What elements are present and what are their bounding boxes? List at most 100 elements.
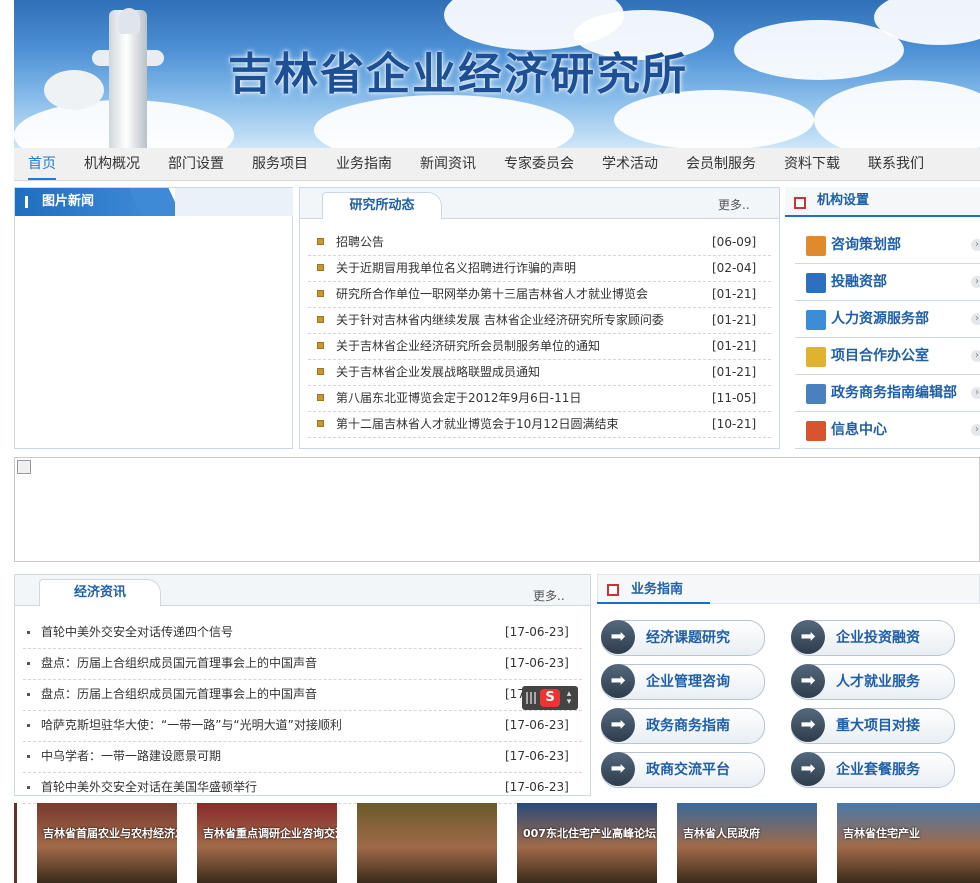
business-guide-button[interactable]: ➡ 企业套餐服务 (791, 752, 955, 788)
news-row[interactable]: 首轮中美外交安全对话传递四个信号 [17-06-23] (23, 617, 582, 649)
main-nav: 首页 机构概况 部门设置 服务项目 业务指南 新闻资讯 专家委员会 学术活动 会… (14, 148, 980, 181)
business-guide-label: 重大项目对接 (836, 718, 920, 734)
nav-departments[interactable]: 部门设置 (168, 148, 224, 180)
news-row[interactable]: 中乌学者：一带一路建设愿景可期 [17-06-23] (23, 741, 582, 773)
news-photo[interactable]: 吉林省人民政府 (677, 803, 817, 883)
arrow-right-icon: ➡ (791, 708, 825, 742)
news-title-link[interactable]: 盘点：历届上合组织成员国元首理事会上的中国声音 (41, 679, 317, 710)
news-row[interactable]: 哈萨克斯坦驻华大使：“一带一路”与“光明大道”对接顺利 [17-06-23] (23, 710, 582, 742)
ime-menu-icon[interactable]: ▴ ▾ (564, 690, 574, 707)
nav-contact[interactable]: 联系我们 (868, 148, 924, 180)
department-label: 投融资部 (831, 274, 887, 290)
news-row[interactable]: 关于吉林省企业发展战略联盟成员通知 [01-21] (308, 359, 771, 386)
department-link[interactable]: 投融资部 › (795, 264, 980, 301)
clipboard-icon (805, 346, 827, 368)
arrow-right-icon: › (971, 350, 980, 362)
department-label: 项目合作办公室 (831, 348, 929, 364)
checklist-icon (805, 272, 827, 294)
news-photo[interactable]: 007东北住宅产业高峰论坛 暨吉林省住宅产业博览会 (517, 803, 657, 883)
nav-news[interactable]: 新闻资讯 (420, 148, 476, 180)
nav-academic[interactable]: 学术活动 (602, 148, 658, 180)
news-date: [06-09] (712, 235, 757, 249)
department-link[interactable]: 人力资源服务部 › (795, 301, 980, 338)
news-title-link[interactable]: 盘点：历届上合组织成员国元首理事会上的中国声音 (41, 648, 317, 679)
photo-edge (14, 803, 17, 883)
news-date: [17-06-23] (505, 749, 569, 763)
document-icon (805, 309, 827, 331)
arrow-right-icon: › (971, 387, 980, 399)
news-title-link[interactable]: 招聘公告 (336, 229, 384, 255)
economic-news-tab[interactable]: 经济资讯 (39, 579, 161, 606)
news-row[interactable]: 关于近期冒用我单位名义招聘进行诈骗的声明 [02-04] (308, 255, 771, 282)
news-photo[interactable]: 吉林省重点调研企业咨询交流会议 (197, 803, 337, 883)
department-link[interactable]: 政务商务指南编辑部 › (795, 375, 980, 412)
news-date: [01-21] (712, 339, 757, 353)
section-marker-icon (607, 584, 619, 596)
news-row[interactable]: 招聘公告 [06-09] (308, 229, 771, 256)
bullet-icon (27, 786, 30, 789)
news-title-link[interactable]: 研究所合作单位一职网举办第十三届吉林省人才就业博览会 (336, 281, 648, 307)
business-guide-title: 业务指南 (631, 582, 684, 597)
news-date: [17-06-23] (505, 780, 569, 794)
institute-news-panel: 研究所动态 更多.. 招聘公告 [06-09] 关于近期冒用我单位名义招聘进行诈骗的… (299, 187, 780, 449)
bullet-icon (317, 394, 324, 401)
book-icon (805, 383, 827, 405)
nav-downloads[interactable]: 资料下载 (784, 148, 840, 180)
news-date: [17-06-23] (505, 625, 569, 639)
business-guide-button[interactable]: ➡ 政务商务指南 (601, 708, 765, 744)
news-title-link[interactable]: 第八届东北亚博览会定于2012年9月6日-11日 (336, 385, 581, 411)
nav-experts[interactable]: 专家委员会 (504, 148, 574, 180)
news-row[interactable]: 研究所合作单位一职网举办第十三届吉林省人才就业博览会 [01-21] (308, 281, 771, 308)
news-row[interactable]: 盘点：历届上合组织成员国元首理事会上的中国声音[17-06-23] (23, 648, 582, 680)
news-row[interactable]: 第十二届吉林省人才就业博览会于10月12日圆满结束 [10-21] (308, 411, 771, 438)
business-guide-button[interactable]: ➡ 政商交流平台 (601, 752, 765, 788)
news-photo[interactable] (357, 803, 497, 883)
news-photo[interactable]: 吉林省住宅产业 (837, 803, 980, 883)
grip-icon[interactable] (526, 692, 536, 704)
nav-membership[interactable]: 会员制服务 (686, 148, 756, 180)
department-link[interactable]: 信息中心 › (795, 412, 980, 449)
news-title-link[interactable]: 关于吉林省企业发展战略联盟成员通知 (336, 359, 540, 385)
business-guide-button[interactable]: ➡ 经济课题研究 (601, 620, 765, 656)
department-link[interactable]: 项目合作办公室 › (795, 338, 980, 375)
header-banner: 吉林省企业经济研究所 (14, 0, 980, 148)
news-photo[interactable]: 吉林省首届农业与农村经济发展论坛 (37, 803, 177, 883)
broken-image-banner (14, 457, 980, 562)
news-title-link[interactable]: 关于近期冒用我单位名义招聘进行诈骗的声明 (336, 255, 576, 281)
news-row[interactable]: 第八届东北亚博览会定于2012年9月6日-11日 [11-05] (308, 385, 771, 412)
photo-caption: 吉林省重点调研企业咨询交流会议 (203, 827, 337, 840)
news-date: [01-21] (712, 287, 757, 301)
news-title-link[interactable]: 哈萨克斯坦驻华大使：“一带一路”与“光明大道”对接顺利 (41, 710, 342, 741)
economic-news-more-link[interactable]: 更多.. (533, 587, 565, 604)
news-title-link[interactable]: 中乌学者：一带一路建设愿景可期 (41, 741, 221, 772)
news-title-link[interactable]: 首轮中美外交安全对话传递四个信号 (41, 617, 233, 648)
news-title-link[interactable]: 关于吉林省企业经济研究所会员制服务单位的通知 (336, 333, 600, 359)
business-guide-button[interactable]: ➡ 企业投资融资 (791, 620, 955, 656)
institute-news-tab[interactable]: 研究所动态 (322, 192, 442, 219)
nav-about[interactable]: 机构概况 (84, 148, 140, 180)
news-row[interactable]: 关于吉林省企业经济研究所会员制服务单位的通知 [01-21] (308, 333, 771, 360)
department-label: 信息中心 (831, 422, 887, 438)
business-guide-button[interactable]: ➡ 人才就业服务 (791, 664, 955, 700)
nav-home[interactable]: 首页 (28, 148, 56, 180)
business-guide-label: 政务商务指南 (646, 718, 730, 734)
news-date: [01-21] (712, 365, 757, 379)
news-title-link[interactable]: 首轮中美外交安全对话在美国华盛顿举行 (41, 772, 257, 803)
ime-toolbar[interactable]: S ▴ ▾ (522, 686, 578, 710)
arrow-right-icon: ➡ (601, 708, 635, 742)
bullet-icon (317, 264, 324, 271)
news-date: [02-04] (712, 261, 757, 275)
news-title-link[interactable]: 关于针对吉林省内继续发展 吉林省企业经济研究所专家顾问委 (336, 307, 664, 333)
nav-services[interactable]: 服务项目 (252, 148, 308, 180)
news-row[interactable]: 首轮中美外交安全对话在美国华盛顿举行 [17-06-23] (23, 772, 582, 804)
business-guide-button[interactable]: ➡ 企业管理咨询 (601, 664, 765, 700)
news-title-link[interactable]: 第十二届吉林省人才就业博览会于10月12日圆满结束 (336, 411, 619, 437)
institute-news-more-link[interactable]: 更多.. (718, 196, 750, 213)
business-guide-button[interactable]: ➡ 重大项目对接 (791, 708, 955, 744)
news-row[interactable]: 关于针对吉林省内继续发展 吉林省企业经济研究所专家顾问委 [01-21] (308, 307, 771, 334)
site-title: 吉林省企业经济研究所 (228, 49, 688, 100)
sogou-ime-icon[interactable]: S (540, 689, 560, 707)
department-link[interactable]: 咨询策划部 › (795, 227, 980, 264)
news-row[interactable]: 盘点：历届上合组织成员国元首理事会上的中国声音[17-06-23] (23, 679, 582, 711)
nav-business-guide[interactable]: 业务指南 (336, 148, 392, 180)
